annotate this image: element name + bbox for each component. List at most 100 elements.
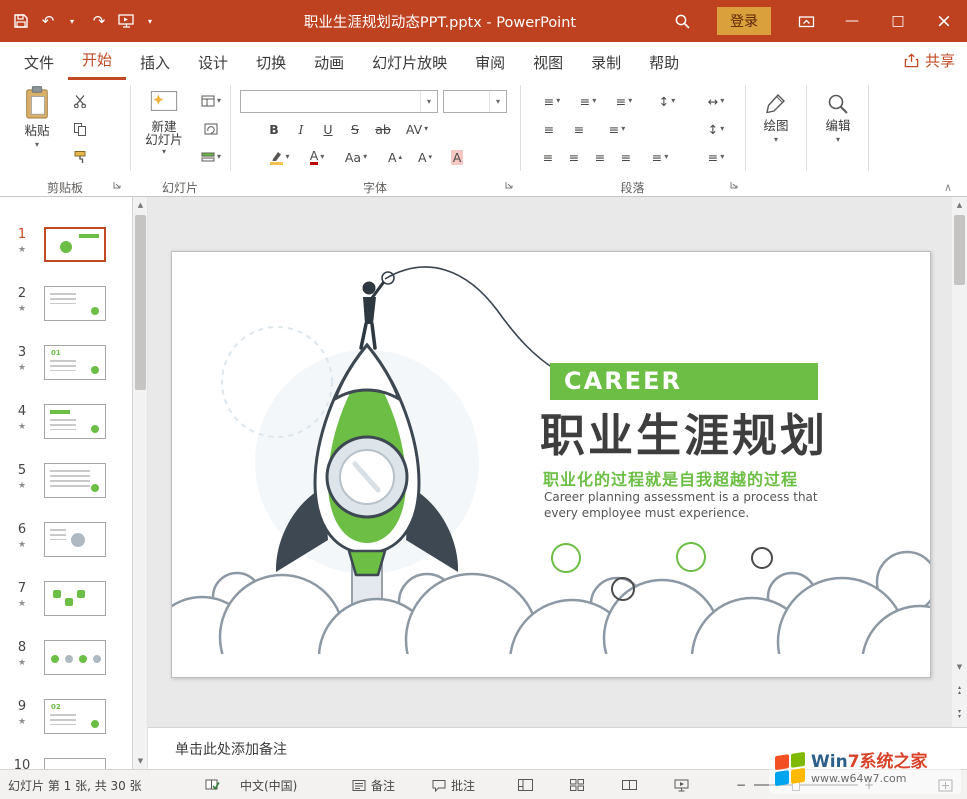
bullets-button[interactable]: ≡▾ xyxy=(536,90,568,112)
scrollbar-thumb[interactable] xyxy=(135,215,146,390)
maximize-button[interactable]: □ xyxy=(875,0,921,42)
previous-slide-button[interactable]: ▴▴ xyxy=(952,681,967,699)
tab-record[interactable]: 录制 xyxy=(577,46,635,80)
login-button[interactable]: 登录 xyxy=(717,7,771,35)
share-button[interactable]: 共享 xyxy=(904,50,955,71)
font-name-combo[interactable]: ▾ xyxy=(240,90,438,113)
justify-button[interactable]: ≡ xyxy=(614,146,638,168)
reading-view-button[interactable] xyxy=(622,770,637,799)
normal-view-button[interactable] xyxy=(518,770,533,799)
close-button[interactable]: × xyxy=(921,0,967,42)
thumbnail-slide-6[interactable]: 6★ xyxy=(0,520,133,579)
change-case-button[interactable]: Aa▾ xyxy=(340,146,372,168)
slide-subtitle-text[interactable]: 职业化的过程就是自我超越的过程 xyxy=(543,466,798,490)
align-left-button[interactable]: ≡ xyxy=(536,146,560,168)
columns-button[interactable]: ≡▾ xyxy=(600,118,634,140)
thumbnail-slide-4[interactable]: 4★ xyxy=(0,402,133,461)
slide-8-thumb[interactable] xyxy=(44,640,106,675)
copy-button[interactable] xyxy=(66,118,94,140)
thumbnail-slide-1[interactable]: 1★ xyxy=(0,225,133,284)
strikethrough-button[interactable]: ab xyxy=(370,118,396,140)
align-center-button[interactable]: ≡ xyxy=(562,146,586,168)
search-icon[interactable] xyxy=(659,0,705,42)
slide-editing-area[interactable]: CAREER PLANNING 职业生涯规划 职业化的过程就是自我超越的过程 C… xyxy=(148,197,952,727)
slide-scrollbar[interactable]: ▲ ▼ ▴▴ ▾▾ xyxy=(952,197,967,727)
undo-icon[interactable]: ↶ xyxy=(35,6,61,36)
shadow-button[interactable]: S xyxy=(343,118,367,140)
decrease-indent-button[interactable]: ≡ xyxy=(536,118,562,140)
align-text-button[interactable]: ↕▾ xyxy=(698,118,734,140)
italic-button[interactable]: I xyxy=(289,118,313,140)
redo-icon[interactable]: ↷ xyxy=(86,6,112,36)
align-right-button[interactable]: ≡ xyxy=(588,146,612,168)
tab-transitions[interactable]: 切换 xyxy=(242,46,300,80)
thumbnail-slide-3[interactable]: 3★ 01 xyxy=(0,343,133,402)
font-size-combo[interactable]: ▾ xyxy=(443,90,507,113)
slide-1-thumb[interactable] xyxy=(44,227,106,262)
notes-placeholder[interactable]: 单击此处添加备注 xyxy=(175,739,287,759)
thumbnail-slide-10[interactable]: 10 xyxy=(0,756,133,769)
slide-layout-button[interactable]: ▾ xyxy=(194,90,228,112)
font-color-button[interactable]: A ▾ xyxy=(302,146,332,168)
draw-button[interactable]: 绘图 ▾ xyxy=(750,92,802,144)
notes-toggle[interactable]: 备注 xyxy=(352,770,395,799)
tab-help[interactable]: 帮助 xyxy=(635,46,693,80)
undo-dropdown-icon[interactable]: ▾ xyxy=(59,6,85,36)
career-planning-banner[interactable]: CAREER PLANNING xyxy=(550,363,818,400)
bold-button[interactable]: B xyxy=(262,118,286,140)
thumbnail-slide-9[interactable]: 9★ 02 xyxy=(0,697,133,756)
start-slideshow-icon[interactable] xyxy=(113,6,139,36)
paste-button[interactable]: 粘贴 ▾ xyxy=(14,85,60,149)
thumbnail-slide-7[interactable]: 7★ xyxy=(0,579,133,638)
clear-formatting-button[interactable]: A xyxy=(444,146,470,168)
slide-10-thumb[interactable] xyxy=(44,758,106,769)
thumbnail-slide-8[interactable]: 8★ xyxy=(0,638,133,697)
minimize-button[interactable]: — xyxy=(829,0,875,42)
slide-sorter-view-button[interactable] xyxy=(570,770,584,799)
multilevel-list-button[interactable]: ≡▾ xyxy=(608,90,640,112)
text-direction-button[interactable]: ↔▾ xyxy=(698,90,734,112)
clipboard-dialog-launcher[interactable] xyxy=(112,180,122,190)
tab-review[interactable]: 审阅 xyxy=(461,46,519,80)
thumbnail-slide-5[interactable]: 5★ xyxy=(0,461,133,520)
increase-font-size-button[interactable]: A▴ xyxy=(382,146,408,168)
slide-9-thumb[interactable]: 02 xyxy=(44,699,106,734)
language-indicator[interactable]: 中文(中国) xyxy=(240,770,297,799)
editing-button[interactable]: 编辑 ▾ xyxy=(812,92,864,144)
underline-button[interactable]: U xyxy=(316,118,340,140)
font-dialog-launcher[interactable] xyxy=(504,180,514,190)
new-slide-button[interactable]: 新建 幻灯片 ▾ xyxy=(138,85,190,156)
scroll-up-icon[interactable]: ▲ xyxy=(952,197,967,213)
slide-2-thumb[interactable] xyxy=(44,286,106,321)
tab-slideshow[interactable]: 幻灯片放映 xyxy=(358,46,461,80)
section-button[interactable]: ▾ xyxy=(194,146,228,168)
reset-slide-button[interactable] xyxy=(194,118,228,140)
convert-smartart-button[interactable]: ≡▾ xyxy=(698,146,734,168)
tab-home[interactable]: 开始 xyxy=(68,43,126,80)
scroll-down-icon[interactable]: ▼ xyxy=(952,659,967,675)
character-spacing-button[interactable]: AV▾ xyxy=(400,118,434,140)
font-size-dropdown-icon[interactable]: ▾ xyxy=(489,91,506,112)
tab-view[interactable]: 视图 xyxy=(519,46,577,80)
slide-6-thumb[interactable] xyxy=(44,522,106,557)
scrollbar-thumb[interactable] xyxy=(954,215,965,285)
format-painter-button[interactable] xyxy=(66,146,94,168)
slideshow-view-button[interactable] xyxy=(674,770,689,799)
cut-button[interactable] xyxy=(66,90,94,112)
decrease-font-size-button[interactable]: A▾ xyxy=(412,146,438,168)
increase-indent-button[interactable]: ≡ xyxy=(566,118,592,140)
tab-insert[interactable]: 插入 xyxy=(126,46,184,80)
slide-title-text[interactable]: 职业生涯规划 xyxy=(540,399,828,464)
scroll-up-icon[interactable]: ▲ xyxy=(133,197,148,213)
tab-file[interactable]: 文件 xyxy=(10,46,68,80)
collapse-ribbon-button[interactable]: ∧ xyxy=(936,176,960,198)
next-slide-button[interactable]: ▾▾ xyxy=(952,705,967,723)
thumbnail-slide-2[interactable]: 2★ xyxy=(0,284,133,343)
thumbnail-scrollbar[interactable]: ▲ ▼ xyxy=(133,197,148,769)
distribute-button[interactable]: ≡▾ xyxy=(644,146,676,168)
font-name-dropdown-icon[interactable]: ▾ xyxy=(420,91,437,112)
highlight-color-button[interactable]: ▾ xyxy=(264,146,296,168)
comments-toggle[interactable]: 批注 xyxy=(432,770,475,799)
tab-design[interactable]: 设计 xyxy=(184,46,242,80)
spellcheck-icon[interactable] xyxy=(205,770,220,799)
